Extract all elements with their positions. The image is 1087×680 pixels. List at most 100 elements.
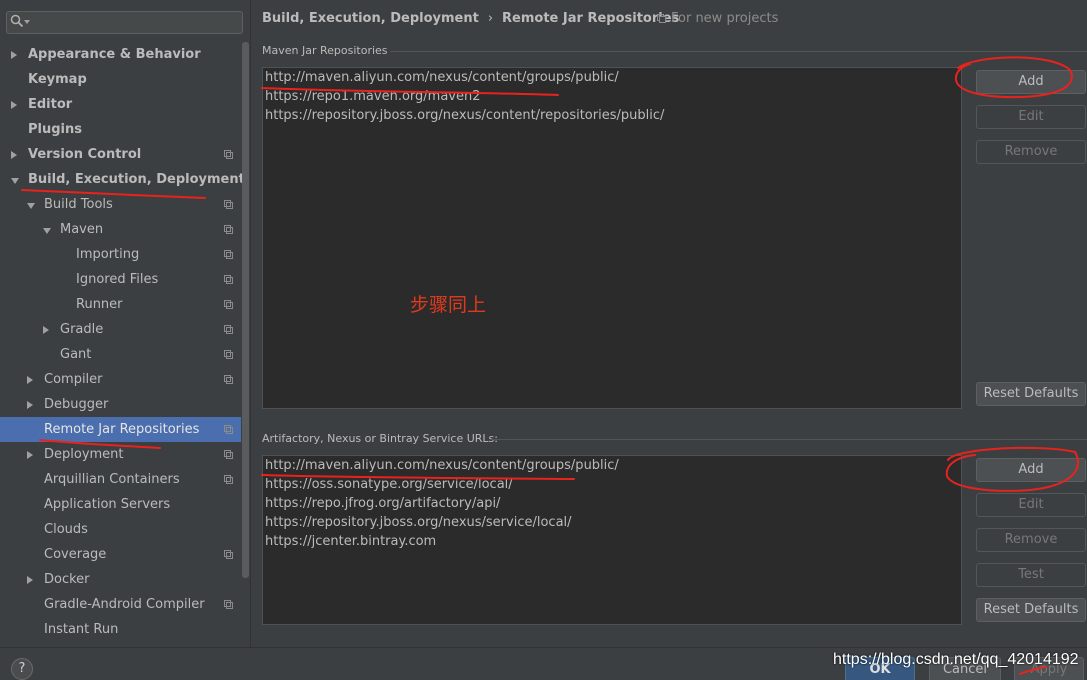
list-item[interactable]: http://maven.aliyun.com/nexus/content/gr… [263,456,961,475]
tree-item[interactable]: Clouds [0,517,241,542]
tree-item[interactable]: Importing [0,242,241,267]
tree-item[interactable]: Build, Execution, Deployment [0,167,245,192]
breadcrumb-parent[interactable]: Build, Execution, Deployment [262,11,479,26]
project-level-icon [224,300,233,309]
for-new-projects-label: For new projects [657,11,778,26]
artifactory-reset-defaults-button[interactable]: Reset Defaults [976,598,1086,622]
settings-sidebar: Appearance & Behavior Keymap Editor Plugins… [0,0,251,647]
project-level-icon [224,375,233,384]
artifactory-remove-button[interactable]: Remove [976,528,1086,552]
tree-item-label: Build, Execution, Deployment [28,172,245,187]
tree-item-label: Build Tools [44,197,113,212]
maven-edit-button[interactable]: Edit [976,105,1086,129]
tree-item-label: Application Servers [44,497,171,512]
for-new-projects-text: For new projects [671,11,779,26]
tree-item-label: Docker [44,572,90,587]
collapsed-arrow-icon[interactable] [11,101,17,109]
section-divider [491,439,1087,440]
tree-item[interactable]: Debugger [0,392,241,417]
breadcrumb: Build, Execution, Deployment › Remote Jar … [262,11,679,26]
maven-add-button[interactable]: Add [976,70,1086,94]
tree-item[interactable]: Runner [0,292,241,317]
project-level-icon [224,275,233,284]
collapsed-arrow-icon[interactable] [27,576,33,584]
expanded-arrow-icon[interactable] [11,178,19,184]
list-item[interactable]: https://repository.jboss.org/nexus/conte… [263,106,961,125]
collapsed-arrow-icon[interactable] [11,51,17,59]
tree-item[interactable]: Compiler [0,367,241,392]
search-icon [10,14,24,28]
list-item[interactable]: https://repo.jfrog.org/artifactory/api/ [263,494,961,513]
project-level-icon [224,450,233,459]
tree-item-label: Runner [76,297,123,312]
collapsed-arrow-icon[interactable] [27,451,33,459]
breadcrumb-current: Remote Jar Repositories [502,11,680,26]
tree-item[interactable]: Application Servers [0,492,241,517]
artifactory-add-button[interactable]: Add [976,458,1086,482]
tree-item[interactable]: Appearance & Behavior [0,42,241,67]
project-level-icon [224,550,233,559]
tree-item[interactable]: Arquillian Containers [0,467,241,492]
tree-item[interactable]: Gant [0,342,241,367]
artifactory-section-header: Artifactory, Nexus or Bintray Service UR… [262,432,498,445]
project-level-icon [224,150,233,159]
settings-tree: Appearance & Behavior Keymap Editor Plugins… [0,42,245,642]
tree-item[interactable]: Instant Run [0,617,241,642]
tree-item-label: Appearance & Behavior [28,47,201,62]
tree-item-label: Gradle [60,322,104,337]
tree-item-label: Coverage [44,547,107,562]
copy-settings-icon [657,14,666,23]
tree-item[interactable]: Maven [0,217,241,242]
tree-item-label: Clouds [44,522,88,537]
watermark: https://blog.csdn.net/qq_42014192 [833,651,1079,668]
project-level-icon [224,250,233,259]
settings-search-field[interactable] [6,11,243,34]
tree-item[interactable]: Plugins [0,117,241,142]
tree-item-label: Version Control [28,147,142,162]
list-item[interactable]: https://jcenter.bintray.com [263,532,961,551]
collapsed-arrow-icon[interactable] [43,326,49,334]
tree-item-label: Importing [76,247,140,262]
tree-item[interactable]: Gradle [0,317,241,342]
expanded-arrow-icon[interactable] [27,203,35,209]
breadcrumb-separator: › [487,11,494,26]
settings-content: Build, Execution, Deployment › Remote Jar … [251,0,1087,647]
list-item[interactable]: https://repo1.maven.org/maven2 [263,87,961,106]
project-level-icon [224,475,233,484]
expanded-arrow-icon[interactable] [43,228,51,234]
sidebar-scrollbar[interactable] [242,42,249,578]
list-item[interactable]: https://repository.jboss.org/nexus/servi… [263,513,961,532]
tree-item[interactable]: Keymap [0,67,241,92]
tree-item-label: Compiler [44,372,103,387]
tree-item[interactable]: Version Control [0,142,241,167]
tree-item[interactable]: Gradle-Android Compiler [0,592,241,617]
help-button[interactable]: ? [11,658,33,680]
collapsed-arrow-icon[interactable] [27,401,33,409]
tree-item[interactable]: Build Tools [0,192,241,217]
tree-item[interactable]: Deployment [0,442,241,467]
project-level-icon [224,225,233,234]
tree-item[interactable]: Docker [0,567,241,592]
list-item[interactable]: http://maven.aliyun.com/nexus/content/gr… [263,68,961,87]
collapsed-arrow-icon[interactable] [11,151,17,159]
maven-repositories-list[interactable]: http://maven.aliyun.com/nexus/content/gr… [262,67,962,409]
maven-remove-button[interactable]: Remove [976,140,1086,164]
tree-item-label: Remote Jar Repositories [44,422,200,437]
tree-item[interactable]: Coverage [0,542,241,567]
section-divider [390,51,1087,52]
tree-item[interactable]: Remote Jar Repositories [0,417,241,442]
collapsed-arrow-icon[interactable] [27,376,33,384]
annotation-text: 步骤同上 [410,294,487,316]
maven-reset-defaults-button[interactable]: Reset Defaults [976,382,1086,406]
artifactory-edit-button[interactable]: Edit [976,493,1086,517]
tree-item-label: Deployment [44,447,124,462]
search-options-chevron-icon[interactable] [24,20,30,24]
list-item[interactable]: https://oss.sonatype.org/service/local/ [263,475,961,494]
tree-item-label: Gradle-Android Compiler [44,597,205,612]
tree-item[interactable]: Ignored Files [0,267,241,292]
artifactory-test-button[interactable]: Test [976,563,1086,587]
artifactory-urls-list[interactable]: http://maven.aliyun.com/nexus/content/gr… [262,455,962,625]
tree-item-label: Maven [60,222,104,237]
tree-item[interactable]: Editor [0,92,241,117]
tree-item-label: Gant [60,347,92,362]
